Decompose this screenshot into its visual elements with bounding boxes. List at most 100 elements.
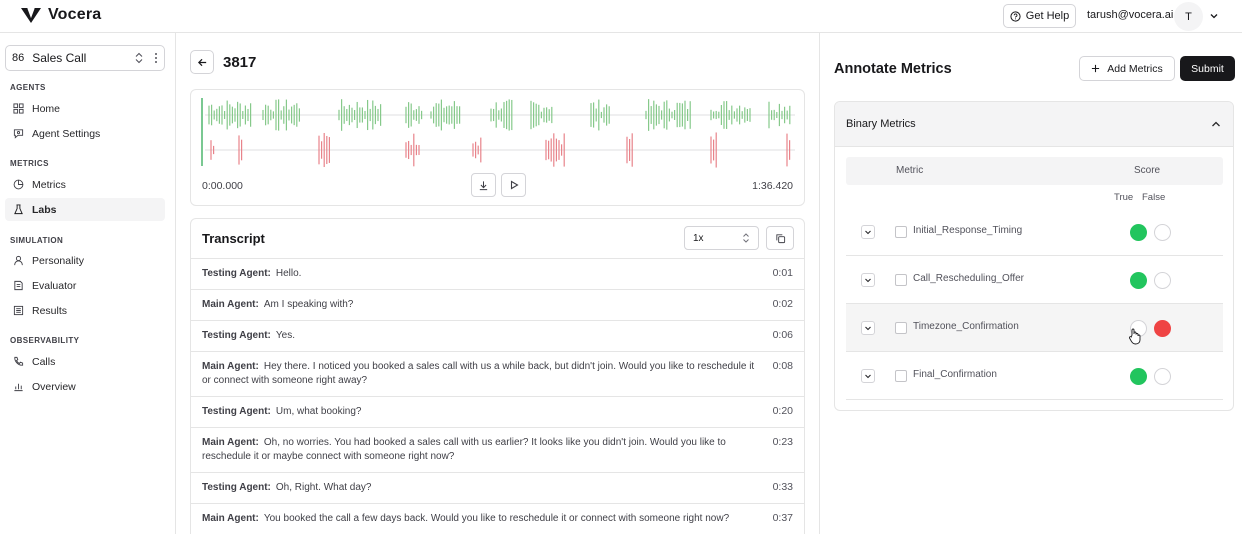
false-radio[interactable] <box>1154 368 1171 385</box>
expand-row-button[interactable] <box>861 369 875 383</box>
utterance-text: You booked the call a few days back. Wou… <box>263 513 730 524</box>
sidebar-item-label: Overview <box>32 380 76 393</box>
utterance-text: Oh, no worries. You had booked a sales c… <box>202 437 726 462</box>
chevron-down-icon <box>865 374 871 379</box>
utterance-text: Oh, Right. What day? <box>275 482 372 493</box>
download-button[interactable] <box>471 173 496 197</box>
sidebar-item-labs[interactable]: Labs <box>5 198 165 221</box>
playback-speed-select[interactable]: 1x <box>684 226 759 250</box>
sidebar-item-label: Metrics <box>32 178 66 191</box>
brand-name: Vocera <box>48 6 102 23</box>
true-radio[interactable] <box>1130 224 1147 241</box>
timestamp[interactable]: 0:01 <box>773 267 793 279</box>
sidebar-item-label: Evaluator <box>32 279 77 292</box>
arrow-left-icon <box>197 58 206 66</box>
sidebar-item-label: Calls <box>32 355 56 368</box>
transcript-row: Testing Agent: Yes. 0:06 <box>191 320 804 351</box>
sidebar-item-overview[interactable]: Overview <box>5 375 165 398</box>
help-circle-icon <box>1010 10 1021 22</box>
time-end: 1:36.420 <box>752 180 793 192</box>
metric-checkbox[interactable] <box>895 274 907 286</box>
expand-row-button[interactable] <box>861 321 875 335</box>
metric-checkbox[interactable] <box>895 370 907 382</box>
metric-row: Call_Rescheduling_Offer <box>846 256 1223 304</box>
timestamp[interactable]: 0:23 <box>773 436 793 448</box>
utterance-text: Am I speaking with? <box>263 299 354 310</box>
timestamp[interactable]: 0:33 <box>773 481 793 493</box>
timestamp[interactable]: 0:20 <box>773 405 793 417</box>
metric-name: Initial_Response_Timing <box>913 225 1023 236</box>
transcript-row: Main Agent: Am I speaking with? 0:02 <box>191 289 804 320</box>
metric-checkbox[interactable] <box>895 226 907 238</box>
true-label: True <box>1114 192 1134 203</box>
chevron-down-icon <box>865 326 871 331</box>
expand-row-button[interactable] <box>861 273 875 287</box>
sidebar-item-evaluator[interactable]: Evaluator <box>5 274 165 297</box>
agent-selector[interactable]: 86 Sales Call <box>5 45 165 71</box>
chevron-down-icon[interactable] <box>1208 10 1220 22</box>
plus-icon <box>1092 64 1100 73</box>
timestamp[interactable]: 0:37 <box>773 512 793 524</box>
utterance-text: Yes. <box>275 330 295 341</box>
transcript-row: Testing Agent: Um, what booking? 0:20 <box>191 396 804 427</box>
sidebar-item-label: Home <box>32 102 61 115</box>
playback-speed-value: 1x <box>693 232 704 244</box>
binary-metrics-card: Binary Metrics Metric Score True False I… <box>834 101 1234 411</box>
sidebar-item-results[interactable]: Results <box>5 299 165 322</box>
play-button[interactable] <box>501 173 526 197</box>
avatar-initial: T <box>1185 10 1192 23</box>
grid-icon <box>13 103 24 114</box>
audio-waveform[interactable] <box>191 90 804 170</box>
column-score: Score <box>1134 165 1161 176</box>
add-metrics-button[interactable]: Add Metrics <box>1079 56 1175 81</box>
agent-number: 86 <box>12 52 25 64</box>
utterance-text: Um, what booking? <box>275 406 362 417</box>
time-start: 0:00.000 <box>202 180 243 192</box>
true-radio[interactable] <box>1130 272 1147 289</box>
false-radio[interactable] <box>1154 272 1171 289</box>
submit-button[interactable]: Submit <box>1180 56 1235 81</box>
kebab-menu-icon[interactable] <box>154 52 158 64</box>
timestamp[interactable]: 0:08 <box>773 360 793 372</box>
sidebar-item-personality[interactable]: Personality <box>5 249 165 272</box>
timestamp[interactable]: 0:02 <box>773 298 793 310</box>
speaker-label: Main Agent: <box>202 299 259 310</box>
sidebar-item-agent-settings[interactable]: Agent Settings <box>5 122 165 145</box>
timestamp[interactable]: 0:06 <box>773 329 793 341</box>
false-radio[interactable] <box>1154 224 1171 241</box>
hand-cursor-icon <box>1129 328 1141 345</box>
sidebar-item-label: Labs <box>32 203 57 216</box>
document-icon <box>14 280 23 291</box>
back-button[interactable] <box>190 50 214 74</box>
call-id-title: 3817 <box>223 54 257 71</box>
transcript-row: Testing Agent: Oh, Right. What day? 0:33 <box>191 472 804 503</box>
sidebar: 86 Sales Call AGENTS Home Agent Settings… <box>0 33 176 534</box>
vocera-logo-icon <box>21 7 41 23</box>
get-help-button[interactable]: Get Help <box>1003 4 1076 28</box>
speaker-label: Main Agent: <box>202 361 259 372</box>
sidebar-item-metrics[interactable]: Metrics <box>5 173 165 196</box>
flask-icon <box>14 204 23 215</box>
sidebar-item-home[interactable]: Home <box>5 97 165 120</box>
avatar[interactable]: T <box>1174 2 1203 31</box>
download-icon <box>479 180 488 190</box>
chevron-down-icon <box>865 230 871 235</box>
false-radio[interactable] <box>1154 320 1171 337</box>
copy-icon <box>775 233 785 243</box>
binary-metrics-header[interactable]: Binary Metrics <box>835 102 1233 147</box>
copy-transcript-button[interactable] <box>766 226 794 250</box>
speaker-label: Main Agent: <box>202 513 259 524</box>
metric-checkbox[interactable] <box>895 322 907 334</box>
transcript-row: Main Agent: You booked the call a few day… <box>191 503 804 534</box>
utterance-text: Hey there. I noticed you booked a sales … <box>202 361 755 386</box>
metrics-table-header: Metric Score <box>846 157 1223 185</box>
logo[interactable]: Vocera <box>20 6 101 24</box>
chevron-updown-icon <box>743 233 749 243</box>
expand-row-button[interactable] <box>861 225 875 239</box>
chevron-up-icon[interactable] <box>1211 120 1221 128</box>
sidebar-item-calls[interactable]: Calls <box>5 350 165 373</box>
speaker-label: Testing Agent: <box>202 330 271 341</box>
sidebar-item-label: Agent Settings <box>32 127 101 140</box>
add-metrics-label: Add Metrics <box>1107 62 1163 75</box>
true-radio[interactable] <box>1130 368 1147 385</box>
